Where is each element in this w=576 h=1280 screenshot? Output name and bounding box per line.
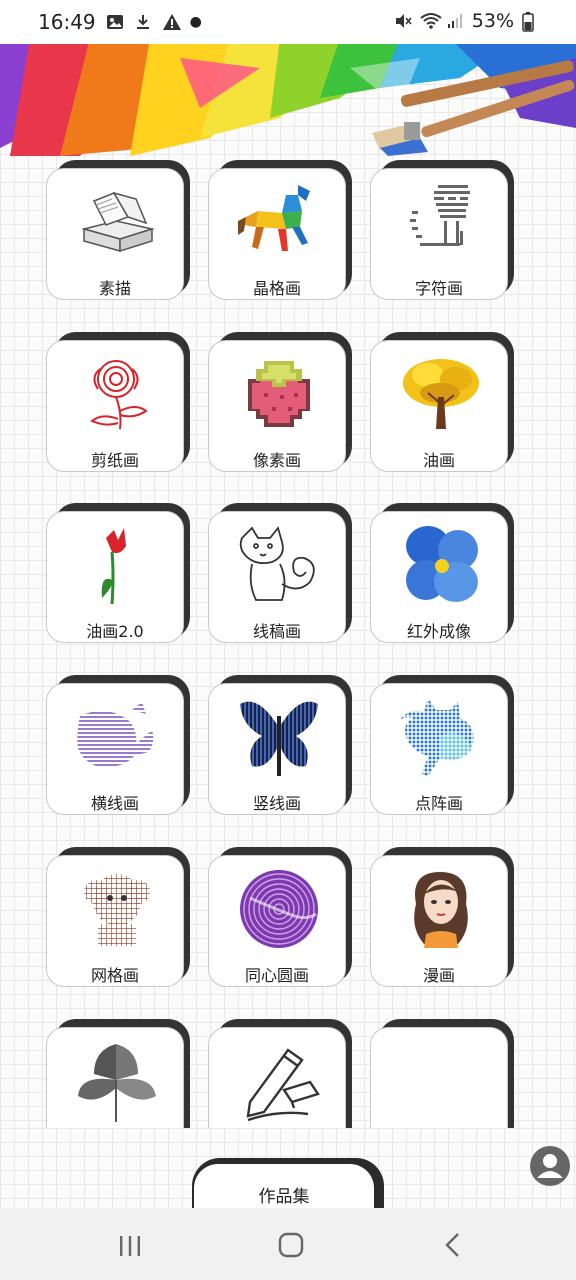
card-label: 红外成像: [406, 622, 471, 641]
card-label: 像素画: [252, 451, 301, 470]
warning-icon: [162, 13, 181, 31]
wifi-icon: [420, 12, 442, 30]
dot-icon: ●: [189, 14, 202, 30]
card-papercut[interactable]: 剪纸画: [46, 332, 190, 472]
card-label: 油画2.0: [86, 622, 144, 641]
card-ascii[interactable]: 字符画: [370, 160, 514, 300]
card-grid[interactable]: 网格画: [46, 847, 190, 987]
image-icon: [106, 13, 124, 31]
papercut-flower-icon: [76, 353, 158, 435]
card-label: 点阵画: [414, 794, 463, 813]
download-icon: [134, 13, 152, 31]
grid-monkey-icon: [76, 868, 158, 950]
card-label: 同心圆画: [244, 966, 309, 985]
profile-button[interactable]: [530, 1146, 570, 1186]
card-sketch[interactable]: 素描: [46, 160, 190, 300]
card-label: 竖线画: [252, 794, 301, 813]
card-lineart[interactable]: 线稿画: [208, 503, 352, 643]
vertical-lines-butterfly-icon: [238, 696, 320, 778]
card-oil[interactable]: 油画: [370, 332, 514, 472]
blue-flower-icon: [400, 524, 482, 606]
works-tab[interactable]: 作品集: [192, 1158, 384, 1212]
horizontal-lines-whale-icon: [76, 696, 158, 778]
card-label: 素描: [98, 279, 131, 298]
mute-icon: [394, 12, 412, 30]
card-concentric[interactable]: 同心圆画: [208, 847, 352, 987]
books-sketch-icon: [76, 181, 158, 263]
card-manga[interactable]: 漫画: [370, 847, 514, 987]
oil-tree-icon: [400, 353, 482, 435]
card-label: 晶格画: [252, 279, 301, 298]
paint-banner: [0, 38, 576, 156]
battery-icon: [522, 12, 540, 32]
status-bar: 16:49 ● 53%: [0, 0, 576, 44]
card-hlines[interactable]: 横线画: [46, 675, 190, 815]
signal-icon: [446, 12, 464, 30]
lineart-squirrel-icon: [238, 524, 320, 606]
works-label: 作品集: [258, 1187, 310, 1207]
card-label: 网格画: [90, 966, 139, 985]
battery-text: 53%: [471, 10, 514, 32]
card-label: 字符画: [414, 279, 463, 298]
card-oil2[interactable]: 油画2.0: [46, 503, 190, 643]
card-label: 线稿画: [252, 622, 301, 641]
system-nav-bar: [0, 1208, 576, 1280]
card-label: 油画: [422, 451, 455, 470]
back-icon[interactable]: [442, 1232, 464, 1258]
card-label: 漫画: [422, 966, 455, 985]
manga-girl-icon: [400, 868, 482, 950]
tulip-icon: [76, 524, 158, 606]
lowpoly-horse-icon: [238, 181, 320, 263]
dot-matrix-cat-icon: [400, 696, 482, 778]
home-icon[interactable]: [278, 1232, 304, 1258]
user-icon: [537, 1154, 563, 1178]
ascii-cat-icon: [400, 181, 482, 263]
card-lowpoly[interactable]: 晶格画: [208, 160, 352, 300]
recent-apps-icon[interactable]: [118, 1234, 142, 1258]
status-time: 16:49: [38, 10, 96, 34]
pixel-strawberry-icon: [238, 353, 320, 435]
card-pixel[interactable]: 像素画: [208, 332, 352, 472]
card-label: 剪纸画: [90, 451, 139, 470]
card-vlines[interactable]: 竖线画: [208, 675, 352, 815]
card-dotmatrix[interactable]: 点阵画: [370, 675, 514, 815]
concentric-circles-icon: [238, 868, 320, 950]
ginkgo-leaves-icon: [76, 1040, 158, 1122]
card-label: 横线画: [90, 794, 139, 813]
card-infrared[interactable]: 红外成像: [370, 503, 514, 643]
pencil-eraser-icon: [238, 1040, 320, 1122]
